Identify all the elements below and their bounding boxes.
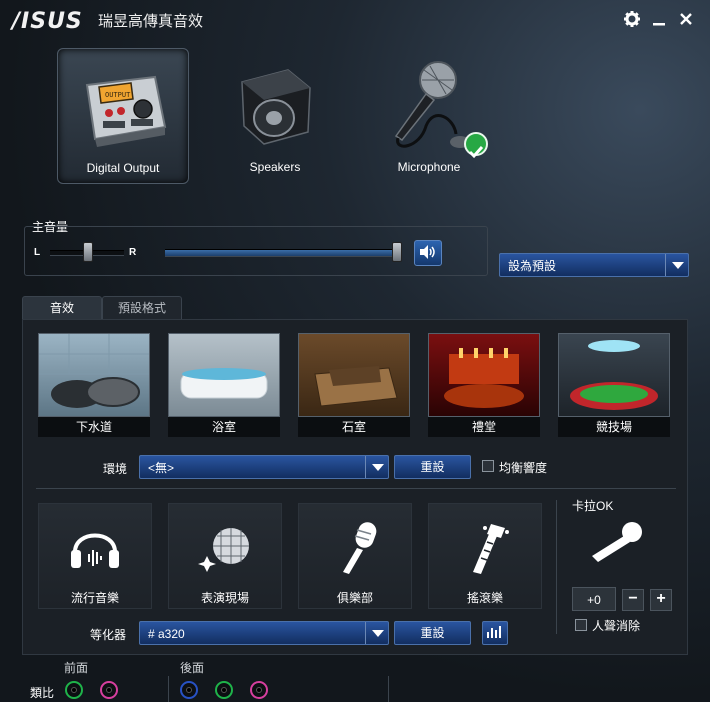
env-label: 禮堂	[428, 417, 540, 437]
svg-text:OUTPUT: OUTPUT	[105, 91, 131, 99]
tab-sound-effects[interactable]: 音效	[22, 296, 102, 321]
env-label: 浴室	[168, 417, 280, 437]
env-arena[interactable]: 競技場	[558, 333, 670, 437]
karaoke-title: 卡拉OK	[572, 499, 614, 513]
karaoke-microphone-icon	[592, 522, 642, 562]
equalizer-icon	[487, 626, 501, 638]
stone-room-image	[298, 333, 410, 417]
sewer-image	[38, 333, 150, 417]
environment-label: 環境	[103, 462, 128, 476]
karaoke-divider	[556, 500, 557, 634]
close-icon[interactable]	[675, 10, 697, 32]
env-label: 下水道	[38, 417, 150, 437]
speaker-volume-icon	[420, 245, 435, 259]
vocal-cancel-label: 人聲消除	[592, 619, 641, 633]
karaoke-minus-button[interactable]: −	[622, 589, 644, 611]
genre-pop[interactable]: 流行音樂	[38, 503, 152, 609]
front-pink-jack-icon[interactable]	[100, 681, 118, 699]
set-default-label: 設為預設	[508, 259, 557, 273]
section-divider	[36, 488, 676, 489]
back-blue-jack-icon[interactable]	[180, 681, 198, 699]
bathroom-image	[168, 333, 280, 417]
balance-left-label: L	[34, 247, 41, 258]
device-label: Digital Output	[86, 161, 160, 175]
env-auditorium[interactable]: 禮堂	[428, 333, 540, 437]
env-label: 競技場	[558, 417, 670, 437]
gear-icon[interactable]	[621, 10, 643, 32]
mute-button[interactable]	[414, 240, 442, 266]
equalizer-graph-button[interactable]	[482, 621, 508, 645]
device-label: Speakers	[249, 160, 301, 174]
env-label: 石室	[298, 417, 410, 437]
loudness-checkbox[interactable]	[482, 460, 494, 472]
back-green-jack-icon[interactable]	[215, 681, 233, 699]
set-default-dropdown[interactable]: 設為預設	[499, 253, 689, 277]
equalizer-value: # a320	[148, 627, 185, 641]
genre-label: 搖滾樂	[466, 591, 503, 605]
genre-label: 流行音樂	[70, 591, 119, 605]
tab-default-format[interactable]: 預設格式	[102, 296, 182, 321]
front-green-jack-icon[interactable]	[65, 681, 83, 699]
jacks-divider	[168, 676, 169, 702]
speaker-icon	[241, 69, 311, 145]
environment-dropdown[interactable]: <無>	[139, 455, 389, 479]
volume-slider-fill	[165, 250, 392, 256]
karaoke-value: +0	[572, 587, 616, 611]
microphone-icon	[343, 522, 377, 574]
equalizer-dropdown[interactable]: # a320	[139, 621, 389, 645]
device-digital-output[interactable]: OUTPUT Digital Output	[57, 48, 189, 184]
back-pink-jack-icon[interactable]	[250, 681, 268, 699]
karaoke-plus-button[interactable]: +	[650, 589, 672, 611]
app-window: /ISUS 瑞昱高傳真音效 OUTPUT Digital Output Spea…	[0, 0, 710, 702]
genre-label: 表演現場	[200, 591, 249, 605]
chevron-down-icon	[665, 254, 688, 276]
arena-image	[558, 333, 670, 417]
analog-label: 類比	[30, 686, 55, 700]
device-speakers[interactable]: Speakers	[210, 48, 340, 182]
genre-label: 俱樂部	[336, 591, 373, 605]
equalizer-label: 等化器	[90, 628, 127, 642]
equalizer-reset-button[interactable]: 重設	[394, 621, 471, 645]
asus-logo: /ISUS	[12, 9, 83, 34]
digital-output-icon: OUTPUT	[85, 75, 167, 147]
chevron-down-icon	[365, 456, 388, 478]
env-sewer[interactable]: 下水道	[38, 333, 150, 437]
balance-slider-thumb[interactable]	[83, 242, 93, 262]
auditorium-image	[428, 333, 540, 417]
environment-value: <無>	[148, 461, 175, 475]
jacks-divider-right	[388, 676, 389, 702]
balance-right-label: R	[129, 247, 137, 258]
title-bar: /ISUS 瑞昱高傳真音效	[0, 0, 710, 40]
guitar-icon	[473, 524, 509, 574]
app-title: 瑞昱高傳真音效	[98, 13, 204, 30]
device-microphone[interactable]: Microphone	[364, 48, 494, 182]
front-jacks-label: 前面	[64, 661, 89, 675]
default-check-icon	[464, 132, 488, 159]
vocal-cancel-checkbox[interactable]	[575, 619, 587, 631]
env-stone-room[interactable]: 石室	[298, 333, 410, 437]
genre-live[interactable]: 表演現場	[168, 503, 282, 609]
chevron-down-icon	[365, 622, 388, 644]
back-jacks-label: 後面	[180, 661, 205, 675]
environment-reset-button[interactable]: 重設	[394, 455, 471, 479]
volume-slider-thumb[interactable]	[392, 242, 402, 262]
genre-club[interactable]: 俱樂部	[298, 503, 412, 609]
loudness-label: 均衡響度	[499, 461, 548, 475]
device-label: Microphone	[397, 160, 461, 174]
genre-rock[interactable]: 搖滾樂	[428, 503, 542, 609]
env-bathroom[interactable]: 浴室	[168, 333, 280, 437]
minimize-icon[interactable]	[648, 10, 670, 32]
disco-ball-icon	[198, 528, 249, 572]
headphones-icon	[71, 533, 119, 568]
